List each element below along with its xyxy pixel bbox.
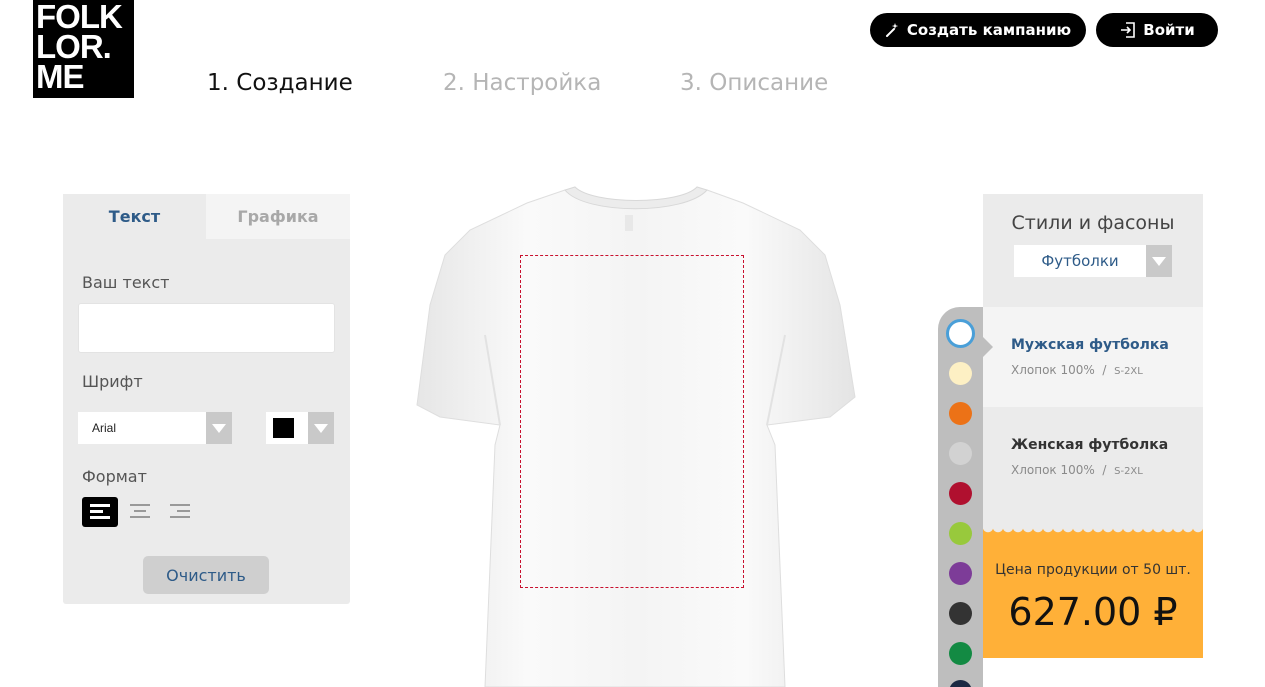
color-option-light-gray[interactable] [949, 442, 972, 465]
logo[interactable]: FOLK LOR. ME [33, 0, 134, 98]
font-label: Шрифт [82, 372, 143, 391]
create-campaign-label: Создать кампанию [906, 21, 1072, 39]
align-right-button[interactable] [162, 497, 198, 527]
color-option-crimson[interactable] [949, 482, 972, 505]
editor-tabs: Текст Графика [63, 194, 350, 239]
color-option-orange[interactable] [949, 402, 972, 425]
styles-title: Стили и фасоны [1011, 212, 1175, 234]
color-option-purple[interactable] [949, 562, 972, 585]
chevron-down-icon[interactable] [206, 412, 232, 444]
align-center-icon [130, 504, 150, 518]
color-option-lime[interactable] [949, 522, 972, 545]
product-type-value: Футболки [1041, 252, 1119, 270]
zigzag-divider [983, 527, 1203, 535]
product-mens-tshirt[interactable]: Мужская футболка Хлопок 100% / S-2XL [983, 307, 1203, 407]
color-palette [938, 307, 983, 687]
step-description[interactable]: 3. Описание [680, 70, 828, 96]
alignment-group [82, 497, 198, 527]
text-color-select[interactable] [266, 412, 334, 444]
product-type-select[interactable]: Футболки [1014, 245, 1172, 277]
align-left-icon [90, 504, 110, 519]
price-value: 627.00 ₽ [1008, 590, 1178, 634]
step-create[interactable]: 1. Создание [207, 70, 353, 96]
editor-panel: Текст Графика Ваш текст Шрифт Arial Форм… [63, 194, 350, 604]
color-option-white[interactable] [946, 319, 975, 348]
align-right-icon [170, 504, 190, 518]
clear-button[interactable]: Очистить [143, 556, 269, 594]
selection-pointer [983, 337, 993, 357]
print-area[interactable] [520, 255, 744, 588]
product-womens-tshirt[interactable]: Женская футболка Хлопок 100% / S-2XL [983, 407, 1203, 535]
product-description: Хлопок 100% / S-2XL [1011, 463, 1143, 477]
logo-line-3: ME [36, 58, 85, 95]
price-label: Цена продукции от 50 шт. [995, 562, 1191, 578]
create-campaign-button[interactable]: Создать кампанию [870, 13, 1086, 47]
price-box: Цена продукции от 50 шт. 627.00 ₽ [983, 527, 1203, 658]
chevron-down-icon[interactable] [308, 412, 334, 444]
login-icon [1119, 21, 1137, 39]
text-input[interactable] [78, 303, 335, 353]
product-name: Женская футболка [1011, 437, 1169, 453]
magic-wand-icon [885, 22, 901, 38]
format-label: Формат [82, 467, 147, 486]
tab-graphics[interactable]: Графика [206, 194, 350, 239]
align-center-button[interactable] [122, 497, 158, 527]
color-swatch [273, 418, 294, 438]
align-left-button[interactable] [82, 497, 118, 527]
font-select[interactable]: Arial [78, 412, 232, 444]
tab-text[interactable]: Текст [63, 194, 206, 239]
step-settings[interactable]: 2. Настройка [443, 70, 601, 96]
product-description: Хлопок 100% / S-2XL [1011, 363, 1143, 377]
color-option-green[interactable] [949, 642, 972, 665]
chevron-down-icon[interactable] [1146, 245, 1172, 277]
color-option-navy[interactable] [949, 680, 972, 687]
product-name: Мужская футболка [1011, 337, 1169, 353]
login-label: Войти [1143, 21, 1195, 39]
login-button[interactable]: Войти [1096, 13, 1218, 47]
font-select-value: Arial [92, 421, 117, 435]
color-option-charcoal[interactable] [949, 602, 972, 625]
styles-panel: Стили и фасоны Футболки [983, 194, 1203, 307]
color-option-cream[interactable] [949, 362, 972, 385]
text-label: Ваш текст [82, 273, 170, 292]
